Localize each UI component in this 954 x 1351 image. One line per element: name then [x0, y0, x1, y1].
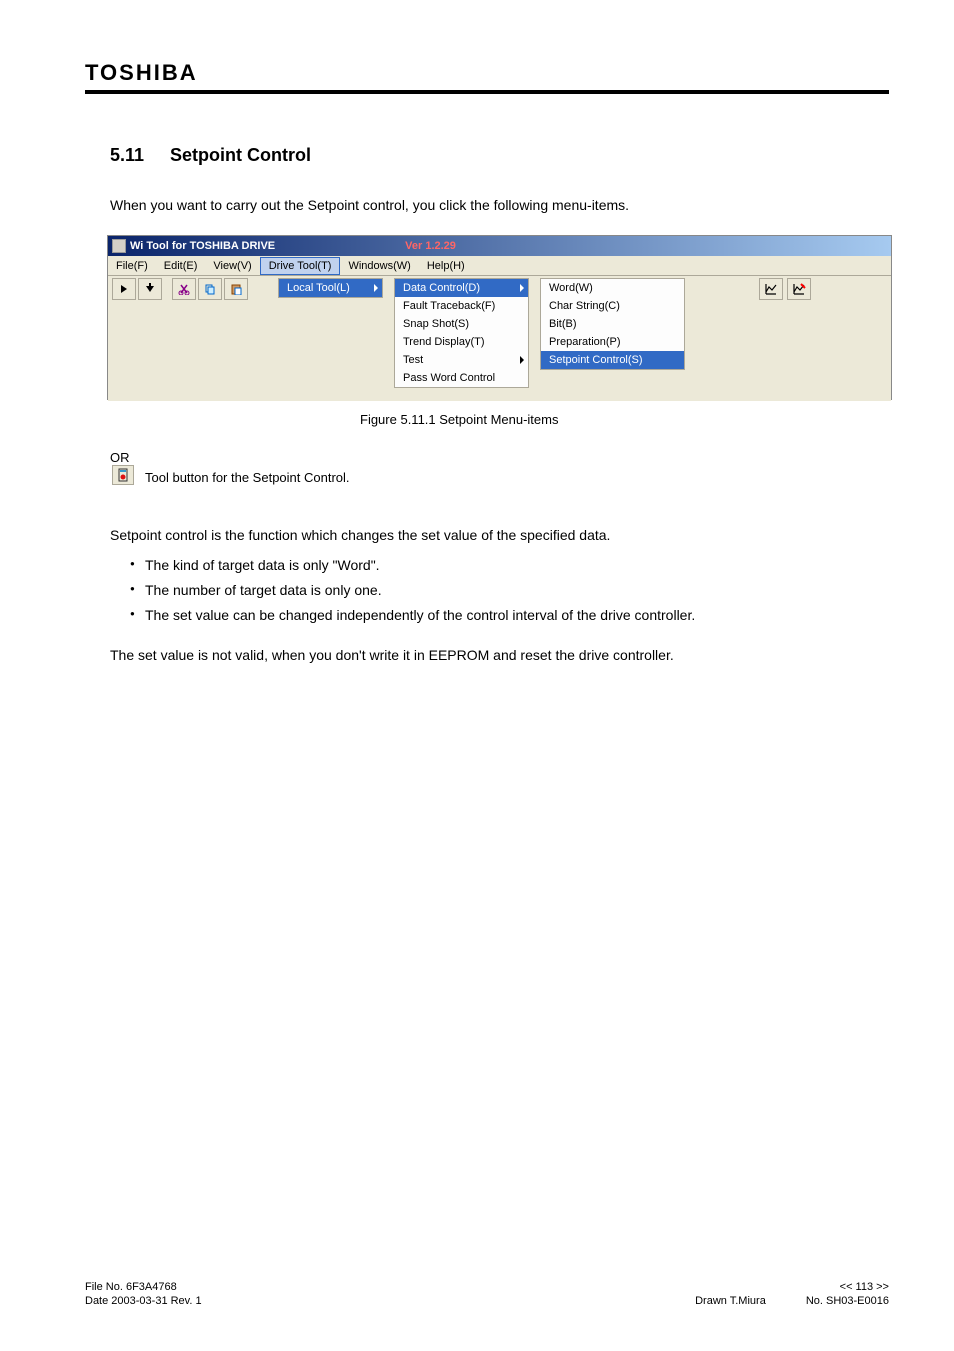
submenu-data-types: Word(W) Char String(C) Bit(B) Preparatio…: [540, 278, 685, 370]
toolbar-btn-cut[interactable]: [172, 278, 196, 300]
menuitem-password-control[interactable]: Pass Word Control: [395, 369, 528, 387]
setpoint-tool-button-container: [112, 465, 134, 485]
menuitem-local-tool[interactable]: Local Tool(L): [279, 279, 382, 297]
arrow-icon: [118, 283, 130, 295]
toolbar-btn-paste[interactable]: [224, 278, 248, 300]
chevron-right-icon: [374, 284, 378, 292]
titlebar: Wi Tool for TOSHIBA DRIVE Ver 1.2.29: [108, 236, 891, 256]
menuitem-bit[interactable]: Bit(B): [541, 315, 684, 333]
toolbar-btn-1[interactable]: [112, 278, 136, 300]
menuitem-charstring[interactable]: Char String(C): [541, 297, 684, 315]
list-item: The set value can be changed independent…: [130, 605, 889, 626]
chart-icon: [764, 282, 778, 296]
menuitem-test[interactable]: Test: [395, 351, 528, 369]
setpoint-icon: [116, 468, 130, 482]
setpoint-notes-list: The kind of target data is only "Word". …: [110, 555, 889, 630]
footer-drawn: Drawn T.Miura: [695, 1295, 766, 1307]
toolbar-btn-chart1[interactable]: [759, 278, 783, 300]
list-item: The kind of target data is only "Word".: [130, 555, 889, 576]
chevron-right-icon: [520, 284, 524, 292]
submenu-data-control: Data Control(D) Fault Traceback(F) Snap …: [394, 278, 529, 388]
setpoint-description: Setpoint control is the function which c…: [110, 525, 889, 546]
figure-caption: Figure 5.11.1 Setpoint Menu-items: [360, 412, 558, 427]
brand-logo: TOSHIBA: [85, 60, 889, 86]
menuitem-preparation[interactable]: Preparation(P): [541, 333, 684, 351]
copy-icon: [204, 283, 216, 295]
menuitem-label: Test: [403, 354, 423, 366]
or-text: OR: [110, 450, 130, 465]
note-line: The set value is not valid, when you don…: [110, 645, 889, 666]
toolbar-area: Local Tool(L) Data Control(D) Fault Trac…: [108, 276, 891, 401]
tool-button-desc: Tool button for the Setpoint Control.: [145, 470, 350, 485]
menu-view[interactable]: View(V): [205, 258, 259, 274]
footer-file-no: File No. 6F3A4768: [85, 1281, 177, 1293]
footer-date: Date 2003-03-31 Rev. 1: [85, 1295, 202, 1307]
setpoint-tool-button[interactable]: [112, 465, 134, 485]
menuitem-local-tool-label: Local Tool(L): [287, 282, 350, 294]
chart-pencil-icon: [792, 282, 806, 296]
menuitem-data-control[interactable]: Data Control(D): [395, 279, 528, 297]
arrow-down-icon: [144, 283, 156, 295]
menuitem-label: Data Control(D): [403, 282, 480, 294]
menu-help[interactable]: Help(H): [419, 258, 473, 274]
menu-drive-tool[interactable]: Drive Tool(T): [260, 257, 341, 275]
chevron-right-icon: [520, 356, 524, 364]
brand-underline: [85, 90, 889, 94]
menu-windows[interactable]: Windows(W): [340, 258, 418, 274]
submenu-local-tool: Local Tool(L): [278, 278, 383, 298]
page-footer: File No. 6F3A4768 << 113 >> Date 2003-03…: [85, 1281, 889, 1307]
window-title: Wi Tool for TOSHIBA DRIVE: [130, 240, 275, 252]
toolbar-btn-2[interactable]: [138, 278, 162, 300]
toolbar-btn-chart2[interactable]: [787, 278, 811, 300]
page-header: TOSHIBA: [85, 60, 889, 94]
list-item: The number of target data is only one.: [130, 580, 889, 601]
footer-page-num: << 113 >>: [840, 1281, 889, 1293]
window-version: Ver 1.2.29: [405, 240, 456, 252]
intro-paragraph: When you want to carry out the Setpoint …: [110, 195, 889, 216]
app-icon: [112, 239, 126, 253]
section-title: Setpoint Control: [170, 145, 311, 166]
menu-file[interactable]: File(F): [108, 258, 156, 274]
footer-doc-no: No. SH03-E0016: [806, 1295, 889, 1307]
menubar: File(F) Edit(E) View(V) Drive Tool(T) Wi…: [108, 256, 891, 276]
menuitem-fault-traceback[interactable]: Fault Traceback(F): [395, 297, 528, 315]
paste-icon: [230, 283, 242, 295]
cut-icon: [178, 283, 190, 295]
menuitem-word[interactable]: Word(W): [541, 279, 684, 297]
menu-edit[interactable]: Edit(E): [156, 258, 206, 274]
menuitem-trend-display[interactable]: Trend Display(T): [395, 333, 528, 351]
menuitem-setpoint-control[interactable]: Setpoint Control(S): [541, 351, 684, 369]
app-window: Wi Tool for TOSHIBA DRIVE Ver 1.2.29 Fil…: [107, 235, 892, 400]
menuitem-snap-shot[interactable]: Snap Shot(S): [395, 315, 528, 333]
section-number: 5.11: [110, 145, 144, 166]
toolbar-left: [112, 278, 248, 300]
toolbar-btn-copy[interactable]: [198, 278, 222, 300]
toolbar-right: [759, 278, 811, 300]
